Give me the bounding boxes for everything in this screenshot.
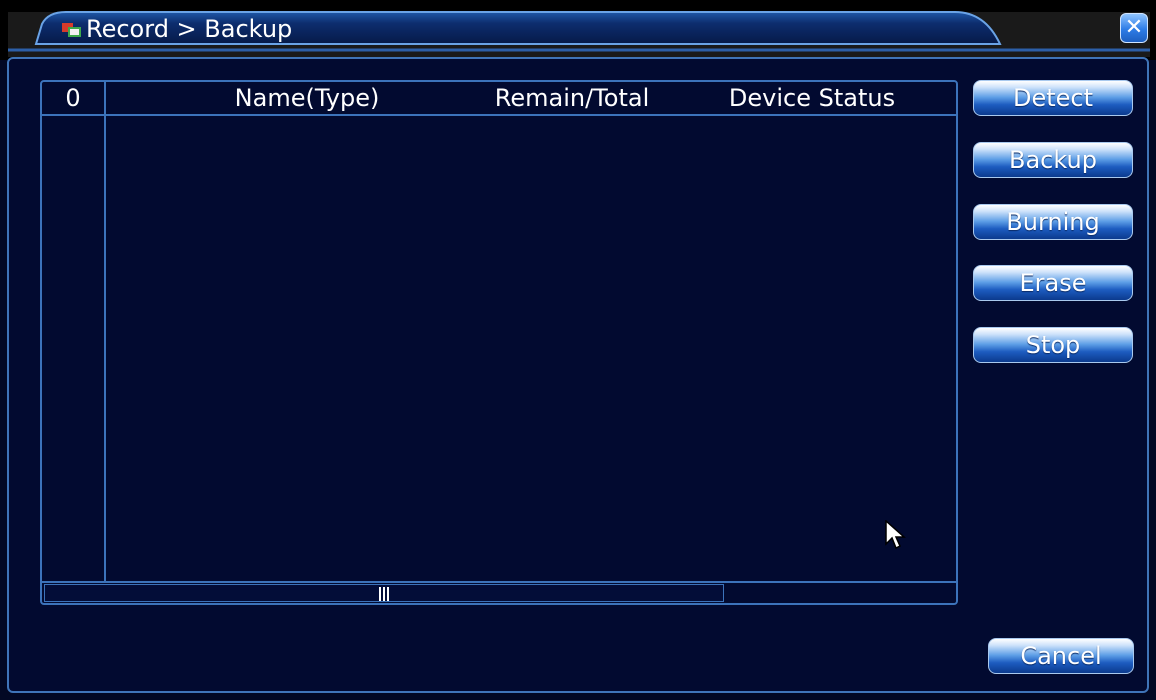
record-backup-icon: [62, 23, 81, 37]
column-header-index: 0: [65, 84, 81, 112]
column-header-remain-total[interactable]: Remain/Total: [472, 82, 672, 114]
scrollbar-thumb[interactable]: [44, 584, 724, 602]
backup-dialog: Record > Backup ✕ 0 Name(Type) Remain/To…: [0, 0, 1156, 700]
device-table[interactable]: 0 Name(Type) Remain/Total Device Status: [40, 80, 958, 605]
stop-button[interactable]: Stop: [973, 327, 1133, 363]
erase-button[interactable]: Erase: [973, 265, 1133, 301]
mouse-cursor-icon: [885, 520, 906, 550]
column-header-name-type[interactable]: Name(Type): [182, 82, 432, 114]
burning-button[interactable]: Burning: [973, 204, 1133, 240]
detect-button[interactable]: Detect: [973, 80, 1133, 116]
cancel-button[interactable]: Cancel: [988, 638, 1134, 674]
close-button[interactable]: ✕: [1120, 13, 1148, 43]
horizontal-scrollbar[interactable]: [42, 581, 956, 603]
column-header-device-status[interactable]: Device Status: [712, 82, 912, 114]
window-title: Record > Backup: [86, 15, 293, 43]
close-icon: ✕: [1124, 15, 1144, 40]
table-header: 0 Name(Type) Remain/Total Device Status: [42, 82, 956, 116]
grip-icon: [379, 587, 393, 601]
column-divider: [104, 82, 106, 582]
backup-button[interactable]: Backup: [973, 142, 1133, 178]
